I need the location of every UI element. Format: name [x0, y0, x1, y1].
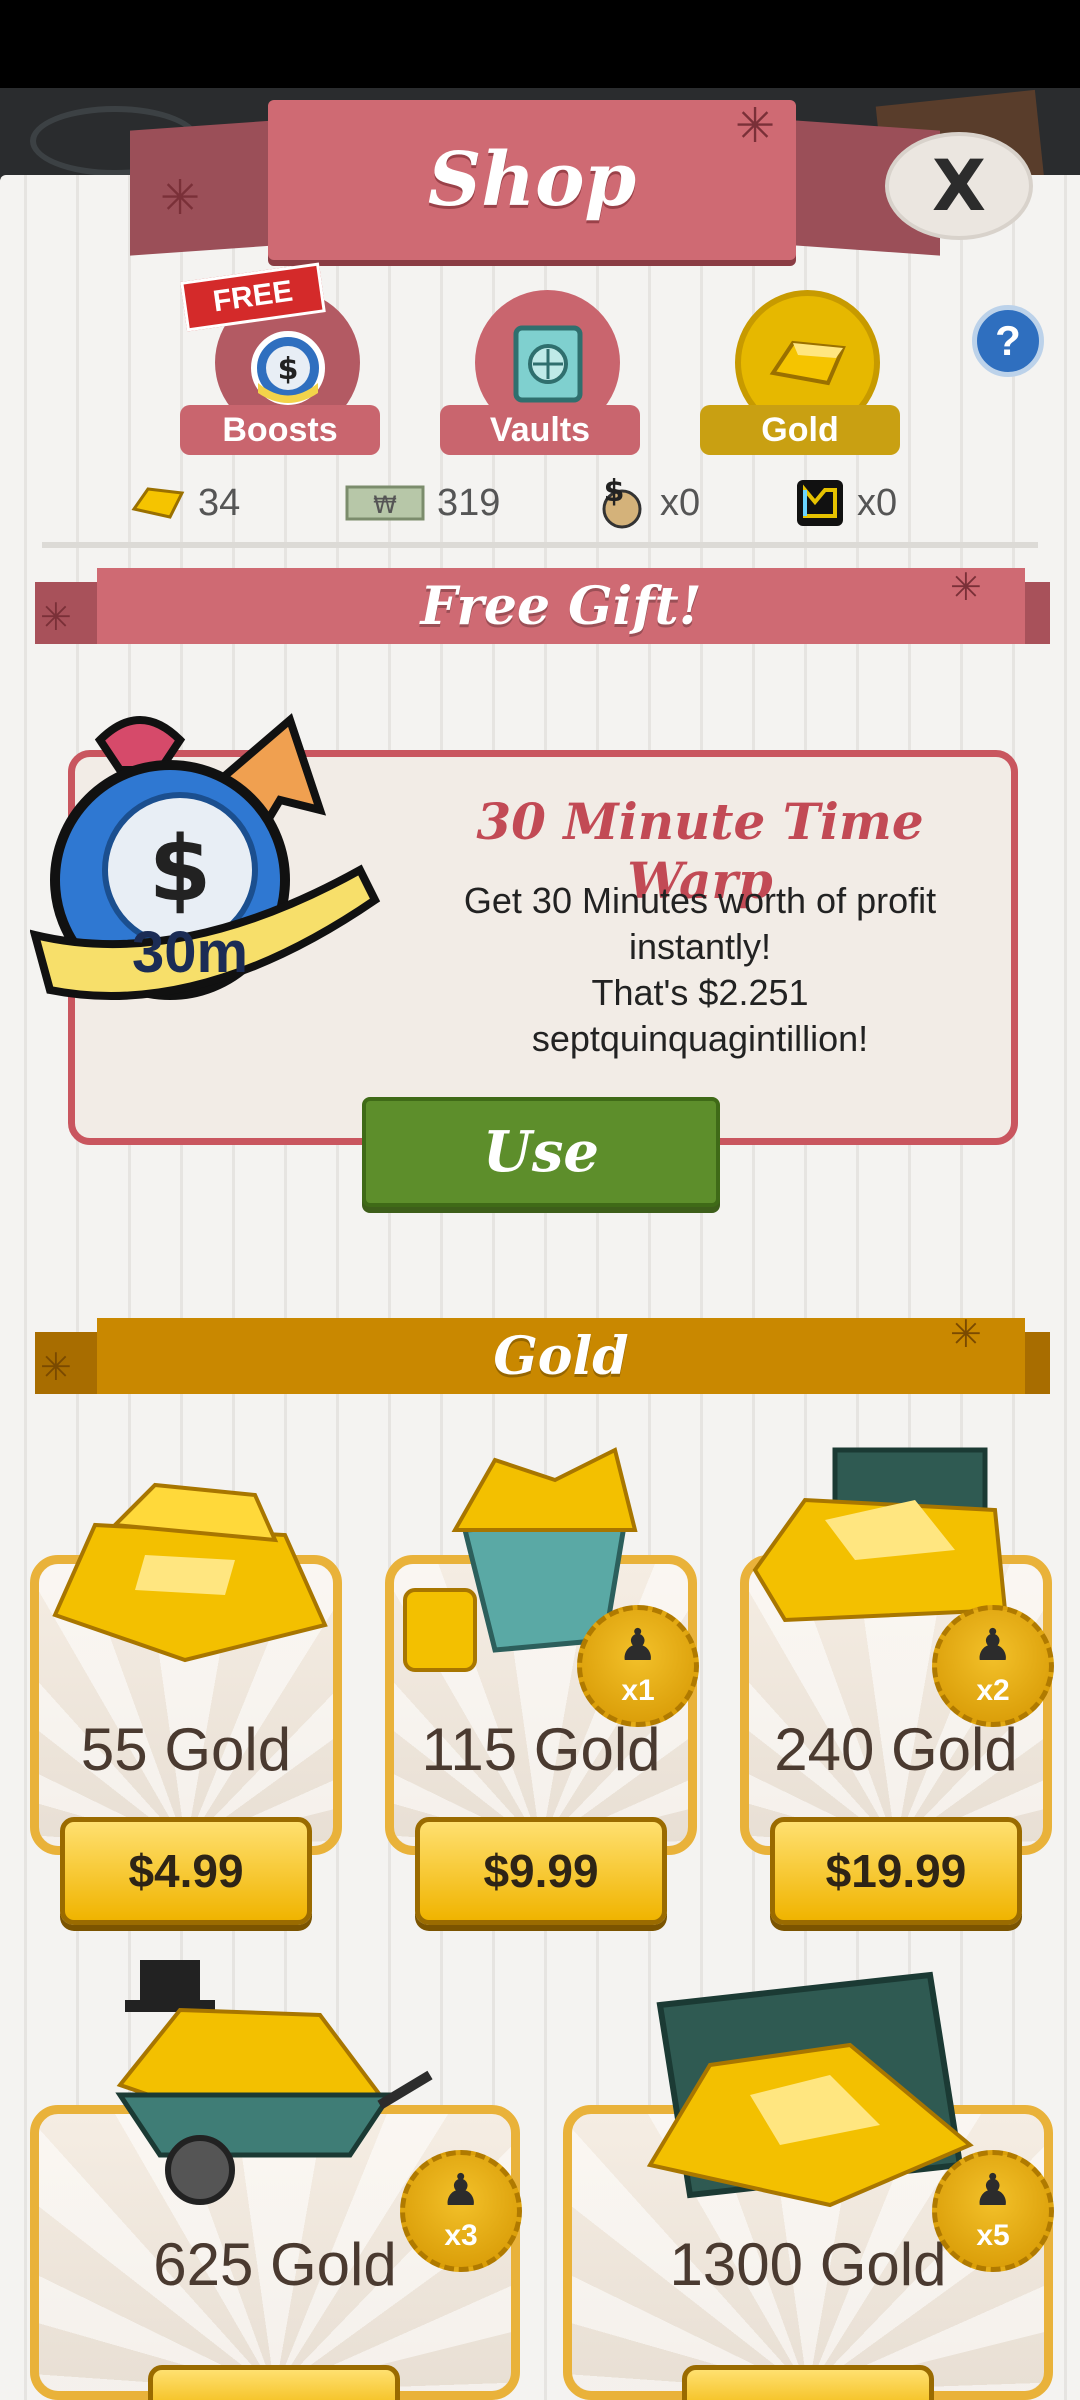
currency-value: 34	[198, 481, 241, 524]
gift-description-line: That's $2.251 septquinquagintillion!	[531, 972, 869, 1059]
svg-text:$: $	[149, 817, 212, 922]
currency-gold: 34	[130, 475, 240, 531]
page-title: Shop	[427, 137, 637, 223]
close-button[interactable]: X	[885, 132, 1033, 240]
sparkle-icon: ✳	[950, 567, 982, 609]
currency-value: x0	[660, 481, 701, 524]
tab-label: Boosts	[180, 405, 380, 455]
time-warp-icon: $ 30m	[30, 713, 381, 1000]
tab-vaults[interactable]: Vaults	[440, 290, 640, 460]
sparkle-icon: ✳	[950, 1314, 982, 1356]
multiplier-badge: ♟ x1	[577, 1605, 699, 1727]
tab-label: Gold	[700, 405, 900, 455]
gold-wheelbarrow-icon	[115, 1960, 433, 2205]
free-gift-banner: Free Gift!	[35, 568, 1050, 648]
tycoon-icon: ♟	[441, 2166, 481, 2215]
price-button[interactable]: $19.99	[770, 1817, 1022, 1925]
gift-description: Get 30 Minutes worth of profit instantly…	[420, 878, 980, 1062]
gold-pile-icon	[52, 1482, 328, 1663]
gift-description-line: instantly!	[628, 926, 772, 967]
price-button[interactable]	[682, 2365, 934, 2400]
status-bar	[0, 0, 1080, 88]
sparkle-icon: ✳	[160, 172, 201, 225]
cash-icon: ₩	[345, 485, 425, 521]
badge-label: x2	[976, 1674, 1010, 1707]
svg-text:$: $	[277, 352, 298, 387]
pack-amount: 55 Gold	[80, 1716, 292, 1783]
price-button[interactable]	[148, 2365, 400, 2400]
svg-text:₩: ₩	[373, 491, 397, 519]
multiplier-badge: ♟ x5	[932, 2150, 1054, 2272]
sparkle-icon: ✳	[40, 597, 72, 639]
gold-banner: Gold	[35, 1318, 1050, 1398]
shop-header-banner: Shop	[268, 100, 796, 260]
badge-label: x3	[444, 2219, 478, 2252]
tab-label: Vaults	[440, 405, 640, 455]
price-button[interactable]: $4.99	[60, 1817, 312, 1925]
use-button[interactable]: Use	[362, 1097, 720, 1207]
money-bag-icon: $	[602, 475, 642, 529]
multiplier-badge: ♟ x2	[932, 1605, 1054, 1727]
sparkle-icon: ✳	[40, 1347, 72, 1389]
mega-ticket-icon	[797, 480, 843, 526]
divider	[42, 542, 1038, 548]
tycoon-icon: ♟	[618, 1621, 658, 1670]
currency-cash: ₩ 319	[345, 475, 500, 531]
tycoon-icon: ♟	[973, 1621, 1013, 1670]
gold-minecart-icon	[646, 1971, 974, 2208]
header-ribbon-left	[130, 119, 290, 256]
sparkle-icon: ✳	[735, 100, 776, 153]
currency-money-bag: $ x0	[592, 475, 700, 531]
svg-text:$: $	[604, 475, 625, 509]
badge-label: x1	[621, 1674, 655, 1707]
help-button[interactable]: ?	[972, 305, 1044, 377]
tycoon-icon: ♟	[973, 2166, 1013, 2215]
gold-icon	[131, 487, 185, 519]
currency-mega-ticket: x0	[795, 475, 897, 531]
section-title: Gold	[97, 1318, 1025, 1394]
gift-description-line: Get 30 Minutes worth of profit	[463, 880, 937, 921]
multiplier-badge: ♟ x3	[400, 2150, 522, 2272]
tab-gold[interactable]: Gold	[700, 290, 900, 460]
section-title: Free Gift!	[97, 568, 1025, 644]
price-button[interactable]: $9.99	[415, 1817, 667, 1925]
badge-label: x5	[976, 2219, 1010, 2252]
currency-value: 319	[437, 481, 501, 524]
currency-value: x0	[857, 481, 898, 524]
time-warp-badge: 30m	[132, 920, 248, 985]
